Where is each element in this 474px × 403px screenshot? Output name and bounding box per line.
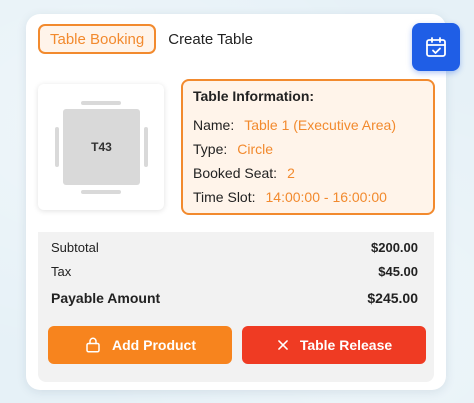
tab-create-table[interactable]: Create Table [168, 24, 253, 54]
info-title: Table Information: [193, 88, 315, 104]
info-value: Circle [237, 141, 274, 157]
calendar-check-icon [426, 37, 446, 57]
chair-left [55, 127, 59, 167]
payable-value: $245.00 [367, 290, 418, 306]
add-product-label: Add Product [112, 337, 196, 353]
table-release-label: Table Release [299, 337, 393, 353]
info-key: Time Slot: [193, 189, 256, 205]
info-value: 14:00:00 - 16:00:00 [265, 189, 387, 205]
table-visual[interactable]: T43 [38, 84, 164, 210]
info-key: Type: [193, 141, 228, 157]
booking-card: Table Booking Create Table T43 Table Inf… [26, 14, 460, 390]
tax-label: Tax [51, 264, 72, 279]
calendar-button[interactable] [412, 23, 460, 71]
chair-bottom [81, 190, 121, 194]
info-row-time-slot: Time Slot: 14:00:00 - 16:00:00 [193, 185, 423, 209]
chair-top [81, 101, 121, 105]
info-value: 2 [287, 165, 295, 181]
table-release-button[interactable]: Table Release [242, 326, 426, 364]
info-row-name: Name: Table 1 (Executive Area) [193, 113, 423, 137]
tax-value: $45.00 [378, 264, 418, 279]
info-key: Booked Seat: [193, 165, 278, 181]
chair-right [144, 127, 148, 167]
payable-label: Payable Amount [51, 290, 161, 306]
tax-row: Tax $45.00 [51, 264, 418, 279]
info-key: Name: [193, 117, 235, 133]
subtotal-value: $200.00 [371, 240, 418, 255]
subtotal-row: Subtotal $200.00 [51, 240, 418, 255]
close-icon [276, 338, 290, 352]
tab-bar: Table Booking Create Table [38, 24, 253, 54]
payable-row: Payable Amount $245.00 [51, 290, 418, 306]
lock-icon [84, 336, 102, 354]
info-row-booked-seat: Booked Seat: 2 [193, 161, 423, 185]
info-value: Table 1 (Executive Area) [244, 117, 396, 133]
info-row-type: Type: Circle [193, 137, 423, 161]
tab-table-booking[interactable]: Table Booking [38, 24, 157, 54]
table-label: T43 [63, 109, 140, 185]
subtotal-label: Subtotal [51, 240, 99, 255]
table-information-panel: Table Information: Name: Table 1 (Execut… [181, 79, 435, 215]
add-product-button[interactable]: Add Product [48, 326, 232, 364]
